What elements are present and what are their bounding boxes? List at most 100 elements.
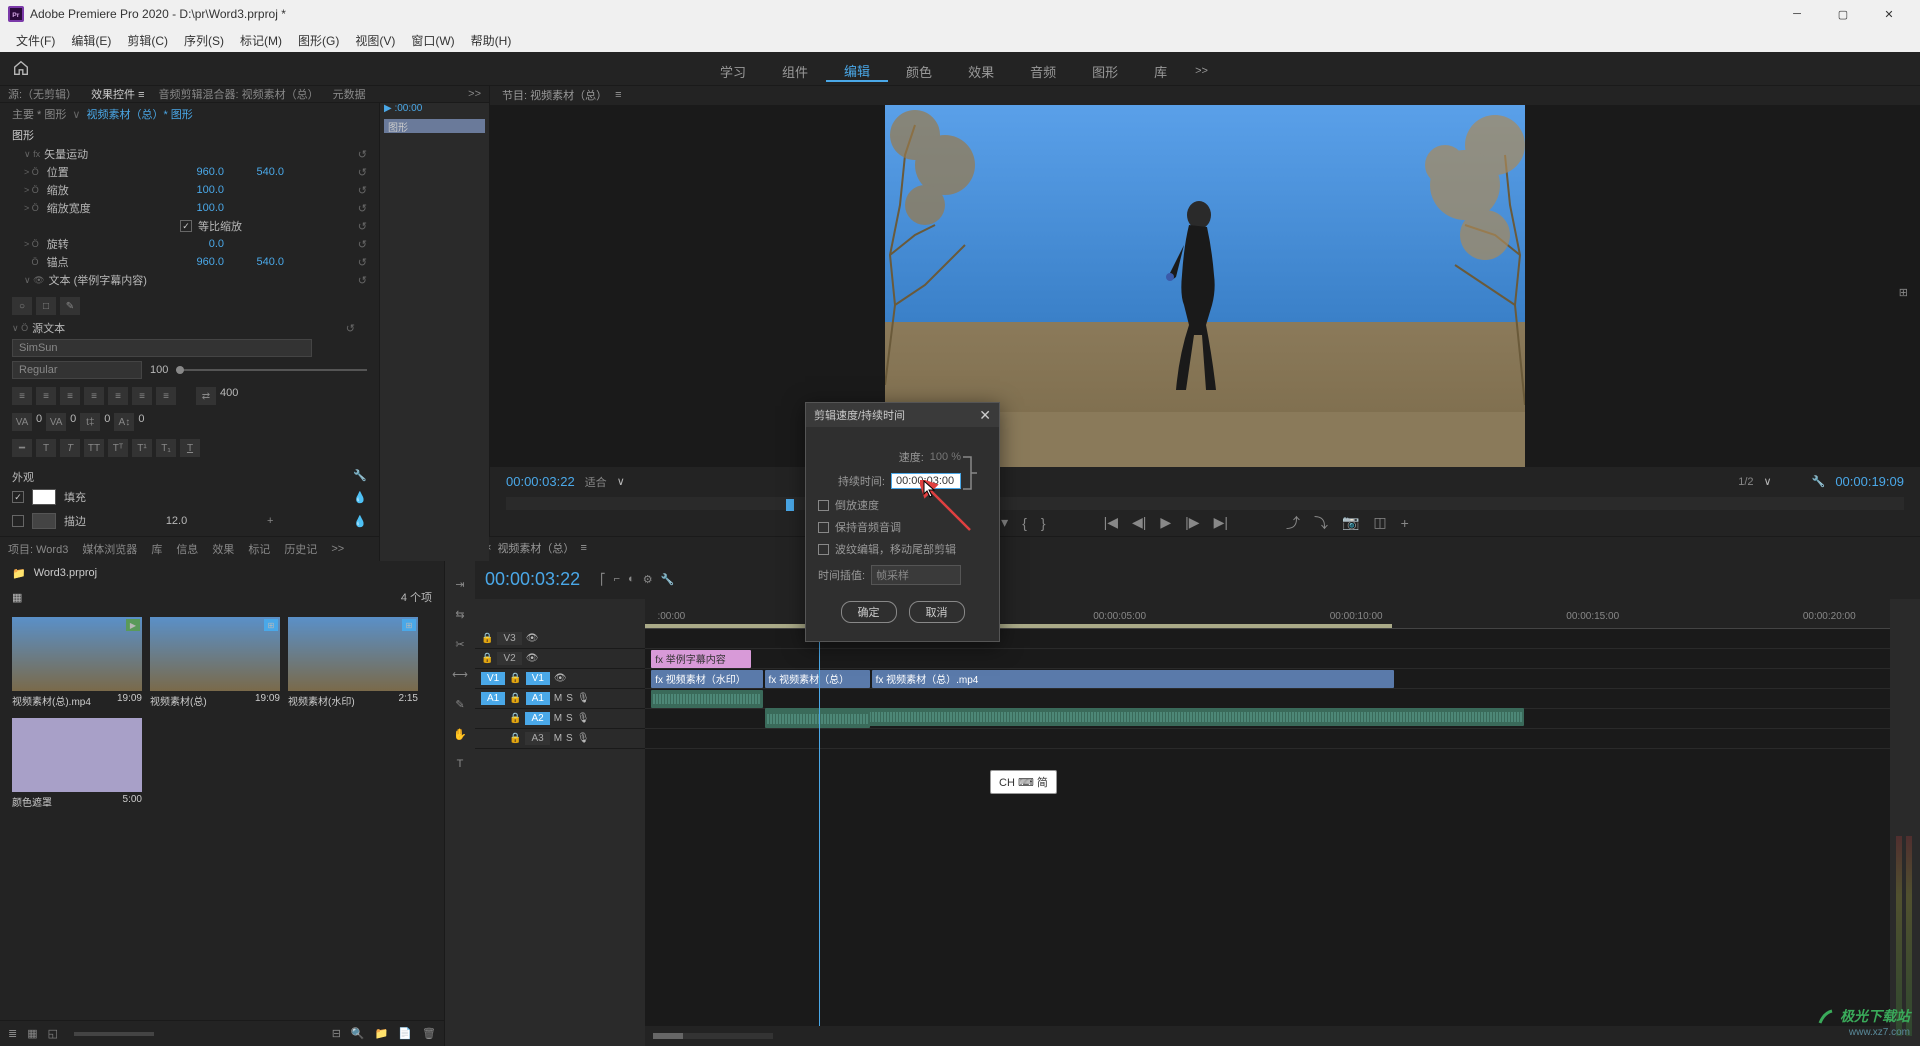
dialog-close-icon[interactable]: ✕ [979, 407, 991, 424]
minimize-button[interactable]: ─ [1774, 0, 1820, 28]
close-button[interactable]: ✕ [1866, 0, 1912, 28]
clip-video[interactable]: fx 视频素材（总） [765, 670, 871, 688]
mark-in-icon[interactable]: { [1022, 515, 1027, 531]
export-frame-icon[interactable]: 📷 [1342, 514, 1359, 531]
fit-dropdown[interactable]: 适合 [585, 474, 607, 490]
crumb-sequence[interactable]: 视频素材（总）* 图形 [86, 106, 192, 122]
font-family-select[interactable]: SimSun [12, 339, 312, 357]
va2-icon[interactable]: VA [46, 413, 66, 431]
eyedropper-icon[interactable]: 💧 [353, 515, 367, 528]
clip-audio[interactable] [651, 690, 763, 708]
reset-icon[interactable]: ↺ [358, 256, 367, 269]
stroke-swatch[interactable] [32, 513, 56, 529]
menu-sequence[interactable]: 序列(S) [176, 32, 232, 49]
wrench-icon[interactable]: 🔧 [1812, 475, 1826, 488]
align-right-icon[interactable]: ≡ [60, 387, 80, 405]
maximize-button[interactable]: ▢ [1820, 0, 1866, 28]
tab-source[interactable]: 源:（无剪辑） [8, 86, 77, 102]
align-center-icon[interactable]: ≡ [36, 387, 56, 405]
play-icon[interactable]: ▶ [1160, 514, 1171, 531]
reset-icon[interactable]: ↺ [358, 274, 367, 287]
reset-icon[interactable]: ↺ [346, 322, 355, 335]
cancel-button[interactable]: 取消 [909, 601, 965, 623]
font-weight-select[interactable]: Regular [12, 361, 142, 379]
speed-value[interactable]: 100 % [930, 451, 961, 463]
reset-icon[interactable]: ↺ [358, 238, 367, 251]
ws-tab-color[interactable]: 颜色 [888, 62, 950, 81]
extract-icon[interactable]: ⤵ [1314, 513, 1328, 533]
track-a3-header[interactable]: 🔒A3MS🎙 [475, 729, 645, 749]
uniform-scale-checkbox[interactable]: 等比缩放 ↺ [0, 217, 379, 235]
menu-edit[interactable]: 编辑(E) [63, 32, 119, 49]
add-stroke-icon[interactable]: + [267, 515, 273, 527]
type-tool-icon[interactable]: T [449, 753, 471, 775]
button-editor-icon[interactable]: + [1401, 515, 1409, 531]
allcaps-icon[interactable]: T [60, 439, 80, 457]
zoom-slider[interactable] [74, 1032, 154, 1036]
hand-tool-icon[interactable]: ✋ [449, 723, 471, 745]
source-text-header[interactable]: ∨ Ö源文本 ↺ [12, 319, 367, 337]
razor-tool-icon[interactable]: ✂ [449, 633, 471, 655]
reset-icon[interactable]: ↺ [358, 148, 367, 161]
mask-ellipse-icon[interactable]: ○ [12, 297, 32, 315]
kerning-icon[interactable]: ⇄ [196, 387, 216, 405]
baseline-icon[interactable]: A↕ [114, 413, 134, 431]
list-view-icon[interactable]: ≣ [8, 1027, 17, 1040]
tab-history[interactable]: 历史记 [284, 541, 317, 557]
timeline-zoom-slider[interactable] [653, 1033, 773, 1039]
goto-in-icon[interactable]: |◀ [1104, 514, 1118, 531]
snap-icon[interactable]: ⎡ [600, 573, 606, 586]
tab-effects[interactable]: 效果 [212, 541, 234, 557]
link-icon[interactable] [959, 453, 979, 493]
ws-overflow[interactable]: >> [1185, 65, 1218, 77]
track-v2-header[interactable]: 🔒V2👁 [475, 649, 645, 669]
smallcaps-icon[interactable]: TT [84, 439, 104, 457]
stroke-checkbox[interactable] [12, 515, 24, 527]
zoom-icon[interactable]: ⊞ [1899, 286, 1908, 299]
menu-view[interactable]: 视图(V) [347, 32, 403, 49]
find-icon[interactable]: 🔍 [351, 1027, 365, 1040]
wrench-icon[interactable]: 🔧 [661, 573, 675, 586]
slip-tool-icon[interactable]: ⟷ [449, 663, 471, 685]
menu-file[interactable]: 文件(F) [8, 32, 63, 49]
tracks-area[interactable]: fx 举例字幕内容 fx 视频素材（水印） fx 视频素材（总） fx 视频素材… [645, 629, 1890, 1026]
tab-info[interactable]: 信息 [176, 541, 198, 557]
tab-audio-mixer[interactable]: 音频剪辑混合器: 视频素材（总） [159, 86, 319, 102]
align-bottom-icon[interactable]: ≡ [156, 387, 176, 405]
project-item[interactable]: 颜色遮罩5:00 [12, 718, 142, 811]
clip-graphic[interactable]: fx 举例字幕内容 [651, 650, 751, 668]
program-tab[interactable]: 节目: 视频素材（总） [502, 87, 607, 103]
ws-tab-effects[interactable]: 效果 [950, 62, 1012, 81]
step-forward-icon[interactable]: |▶ [1185, 514, 1199, 531]
tab-project[interactable]: 项目: Word3 [8, 541, 68, 557]
track-select-tool-icon[interactable]: ⇥ [449, 573, 471, 595]
tab-effect-controls[interactable]: 效果控件 ≡ [91, 86, 144, 102]
kerning-value[interactable]: 400 [220, 387, 238, 405]
vector-motion-header[interactable]: ∨ fx 矢量运动 ↺ [0, 145, 379, 163]
clip-audio[interactable] [765, 710, 871, 728]
interpolation-select[interactable]: 帧采样 [871, 565, 961, 585]
track-v3-header[interactable]: 🔒V3👁 [475, 629, 645, 649]
track-a1-header[interactable]: A1🔒A1MS🎙 [475, 689, 645, 709]
menu-window[interactable]: 窗口(W) [403, 32, 462, 49]
icon-view-icon[interactable]: ▦ [27, 1027, 37, 1040]
ws-tab-editing[interactable]: 编辑 [826, 61, 888, 82]
ripple-checkbox[interactable]: 波纹编辑，移动尾部剪辑 [818, 541, 987, 557]
new-bin-icon[interactable]: 📁 [375, 1027, 389, 1040]
resolution-dropdown[interactable]: 1/2 [1738, 476, 1753, 488]
ok-button[interactable]: 确定 [841, 601, 897, 623]
reset-icon[interactable]: ↺ [358, 202, 367, 215]
tab-metadata[interactable]: 元数据 [333, 86, 366, 102]
ws-tab-libraries[interactable]: 库 [1136, 62, 1185, 81]
strikethrough-icon[interactable]: T [180, 439, 200, 457]
bin-icon[interactable]: 📁 [12, 567, 26, 580]
delete-icon[interactable]: 🗑 [422, 1027, 436, 1040]
reset-icon[interactable]: ↺ [358, 166, 367, 179]
filter-icon[interactable]: ▦ [12, 591, 22, 604]
faux-bold-icon[interactable]: ━ [12, 439, 32, 457]
track-a2-header[interactable]: 🔒A2MS🎙 [475, 709, 645, 729]
tab-libraries[interactable]: 库 [151, 541, 162, 557]
align-left-icon[interactable]: ≡ [12, 387, 32, 405]
fill-checkbox[interactable] [12, 491, 24, 503]
track-v1-header[interactable]: V1🔒V1👁 [475, 669, 645, 689]
